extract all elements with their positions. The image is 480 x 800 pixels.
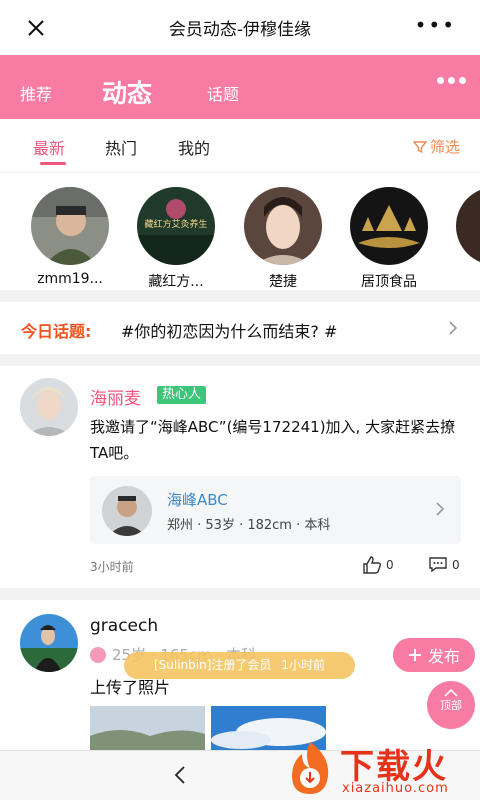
avatar bbox=[350, 187, 428, 265]
thumbs-up-icon bbox=[363, 556, 382, 574]
status-badge: 热心人 bbox=[157, 386, 207, 404]
page-title: 会员动态-伊穆佳缘 bbox=[168, 20, 312, 40]
story-item[interactable]: 居顶食品 bbox=[339, 187, 439, 290]
watermark-url: xiazaihuo.com bbox=[342, 781, 449, 796]
avatar bbox=[31, 187, 109, 265]
subtab-latest[interactable]: 最新 bbox=[33, 135, 65, 159]
registration-toast: [Sulinbin]注册了会员 1小时前 bbox=[124, 652, 355, 679]
story-name: 楚捷 bbox=[269, 274, 297, 290]
back-to-top-button[interactable]: 顶部 bbox=[427, 681, 475, 729]
stories-row: zmm19... 藏红方艾灸养生 藏红方... 楚捷 居顶食品 bbox=[0, 173, 480, 290]
story-overlay-text: 藏红方艾灸养生 bbox=[144, 220, 208, 230]
close-icon[interactable] bbox=[22, 14, 50, 42]
location-icon bbox=[90, 646, 106, 663]
toast-text: [Sulinbin]注册了会员 bbox=[153, 658, 272, 672]
post-username[interactable]: 海丽麦 bbox=[90, 384, 141, 409]
chevron-right-icon bbox=[436, 502, 445, 516]
post-time: 3小时前 bbox=[90, 560, 134, 574]
avatar bbox=[456, 187, 480, 265]
story-item[interactable]: zmm19... bbox=[20, 187, 120, 287]
comment-icon bbox=[429, 557, 447, 573]
like-count: 0 bbox=[386, 558, 394, 572]
post-text: 我邀请了“海峰ABC”(编号172241)加入, 大家赶紧去撩TA吧。 bbox=[90, 418, 456, 462]
comment-count: 0 bbox=[452, 557, 460, 572]
chevron-right-icon bbox=[449, 321, 458, 335]
invited-user-meta: 郑州 · 53岁 · 182cm · 本科 bbox=[167, 518, 331, 533]
invited-user-card[interactable]: 海峰ABC 郑州 · 53岁 · 182cm · 本科 bbox=[90, 476, 461, 544]
topic-label: 今日话题: bbox=[21, 322, 92, 341]
story-item[interactable] bbox=[445, 187, 480, 265]
comment-button[interactable]: 0 bbox=[428, 556, 460, 573]
tab-topics[interactable]: 话题 bbox=[207, 81, 239, 105]
sub-tab-bar: 最新 热门 我的 筛选 bbox=[0, 119, 480, 172]
avatar[interactable] bbox=[20, 614, 78, 672]
post-photo[interactable] bbox=[90, 706, 205, 750]
filter-icon bbox=[412, 140, 427, 153]
like-button[interactable]: 0 bbox=[362, 556, 394, 574]
more-dots-icon[interactable] bbox=[437, 77, 466, 84]
avatar: 藏红方艾灸养生 bbox=[137, 187, 215, 265]
story-name: zmm19... bbox=[37, 271, 103, 287]
tab-moments[interactable]: 动态 bbox=[102, 74, 152, 110]
publish-button[interactable]: 发布 bbox=[393, 638, 475, 672]
subtab-hot[interactable]: 热门 bbox=[105, 135, 137, 159]
story-name: 居顶食品 bbox=[361, 274, 417, 290]
tab-recommend[interactable]: 推荐 bbox=[20, 81, 52, 105]
filter-label: 筛选 bbox=[429, 138, 460, 156]
more-menu-icon[interactable]: ••• bbox=[415, 15, 456, 35]
topic-text: #你的初恋因为什么而结束? # bbox=[121, 322, 338, 341]
back-arrow-icon[interactable] bbox=[172, 765, 190, 785]
story-name: 藏红方... bbox=[148, 274, 204, 290]
plus-icon bbox=[408, 649, 421, 661]
title-bar: 会员动态-伊穆佳缘 ••• bbox=[0, 0, 480, 55]
invited-user-name: 海峰ABC bbox=[167, 491, 228, 509]
back-to-top-label: 顶部 bbox=[440, 699, 462, 712]
toast-time: 1小时前 bbox=[281, 658, 326, 672]
active-tab-indicator bbox=[40, 162, 66, 165]
chevron-up-icon bbox=[444, 688, 458, 697]
post-username[interactable]: gracech bbox=[90, 616, 158, 636]
story-item[interactable]: 楚捷 bbox=[233, 187, 333, 290]
avatar bbox=[102, 486, 152, 536]
avatar bbox=[244, 187, 322, 265]
subtab-mine[interactable]: 我的 bbox=[178, 135, 210, 159]
topic-of-day[interactable]: 今日话题: #你的初恋因为什么而结束? # bbox=[0, 302, 480, 354]
avatar[interactable] bbox=[20, 378, 78, 436]
filter-button[interactable]: 筛选 bbox=[412, 136, 460, 157]
top-tab-bar: 推荐 动态 话题 bbox=[0, 55, 480, 119]
post-card: 海丽麦 热心人 我邀请了“海峰ABC”(编号172241)加入, 大家赶紧去撩T… bbox=[0, 366, 480, 588]
flame-logo-icon bbox=[292, 742, 329, 794]
publish-label: 发布 bbox=[427, 647, 460, 666]
watermark-logo: 下载火 xiazaihuo.com bbox=[282, 736, 480, 800]
story-item[interactable]: 藏红方艾灸养生 藏红方... bbox=[126, 187, 226, 290]
